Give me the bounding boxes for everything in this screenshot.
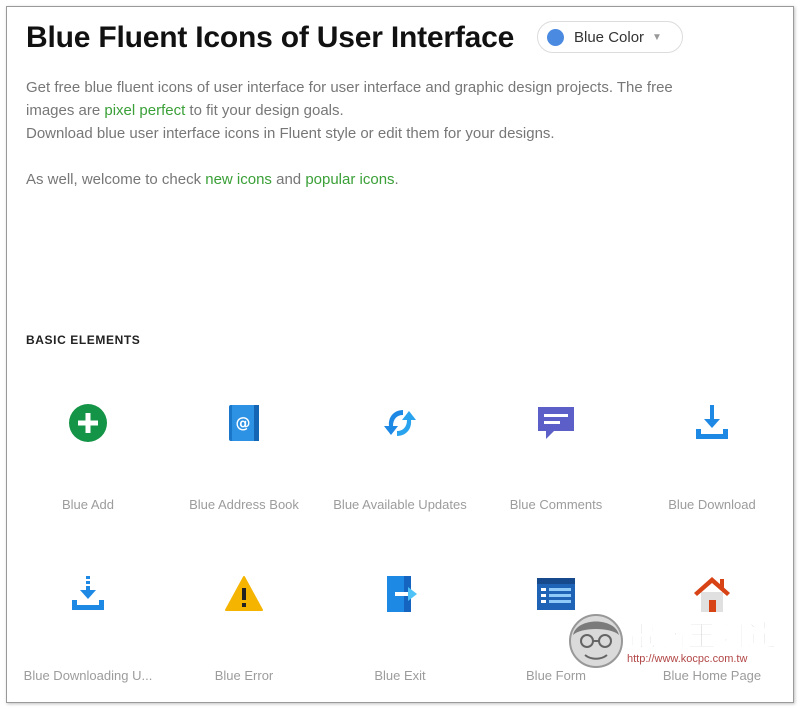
page-frame: Blue Fluent Icons of User Interface Blue… <box>6 6 794 703</box>
icon-card-blue-download[interactable]: Blue Download <box>634 377 790 527</box>
watermark: 電腦王阿達 http://www.kocpc.com.tw <box>567 607 793 677</box>
svg-text:@: @ <box>236 414 251 432</box>
page-title: Blue Fluent Icons of User Interface <box>26 21 515 54</box>
mascot-face-icon <box>567 611 625 669</box>
icon-label: Blue Error <box>214 668 274 683</box>
icon-label: Blue Exit <box>374 668 426 683</box>
chevron-down-icon: ▼ <box>652 31 662 43</box>
icon-label: Blue Available Updates <box>333 497 467 512</box>
description-text: As well, welcome to check <box>26 171 206 188</box>
description-paragraph-2: Download blue user interface icons in Fl… <box>26 125 555 142</box>
comments-icon <box>536 403 576 443</box>
icon-label: Blue Address Book <box>189 497 299 512</box>
available-updates-icon <box>380 403 420 443</box>
add-icon <box>68 403 108 443</box>
pixel-perfect-link[interactable]: pixel perfect <box>104 102 185 119</box>
icon-card-blue-error[interactable]: Blue Error <box>166 548 322 698</box>
color-swatch-icon <box>547 28 564 46</box>
icon-card-blue-comments[interactable]: Blue Comments <box>478 377 634 527</box>
color-select-dropdown[interactable]: Blue Color ▼ <box>537 21 683 53</box>
icon-card-blue-available-updates[interactable]: Blue Available Updates <box>322 377 478 527</box>
icon-card-blue-add[interactable]: Blue Add <box>10 377 166 527</box>
downloading-updates-icon <box>68 574 108 614</box>
icon-label: Blue Add <box>61 497 115 512</box>
new-icons-link[interactable]: new icons <box>205 171 272 188</box>
download-icon <box>692 403 732 443</box>
color-select-label: Blue Color <box>574 28 645 46</box>
popular-icons-link[interactable]: popular icons <box>305 171 394 188</box>
icon-label: Blue Downloading U... <box>23 668 153 683</box>
description-paragraph-3: As well, welcome to check new icons and … <box>26 168 676 191</box>
description-text: to fit your design goals. <box>185 102 344 119</box>
icon-card-blue-exit[interactable]: Blue Exit <box>322 548 478 698</box>
watermark-title: 電腦王阿達 <box>626 619 778 654</box>
icon-card-blue-address-book[interactable]: @ Blue Address Book <box>166 377 322 527</box>
description-paragraph-1: Get free blue fluent icons of user inter… <box>26 76 676 122</box>
icon-card-blue-downloading-updates[interactable]: Blue Downloading U... <box>10 548 166 698</box>
address-book-icon: @ <box>224 403 264 443</box>
description-text: . <box>394 171 399 188</box>
exit-icon <box>380 574 420 614</box>
page-description: Get free blue fluent icons of user inter… <box>26 76 676 191</box>
error-icon <box>224 574 264 614</box>
section-title-basic-elements: BASIC ELEMENTS <box>26 333 141 347</box>
icon-label: Blue Comments <box>509 497 603 512</box>
description-text: and <box>271 171 306 188</box>
icon-label: Blue Download <box>668 497 756 512</box>
watermark-url: http://www.kocpc.com.tw <box>627 653 748 665</box>
